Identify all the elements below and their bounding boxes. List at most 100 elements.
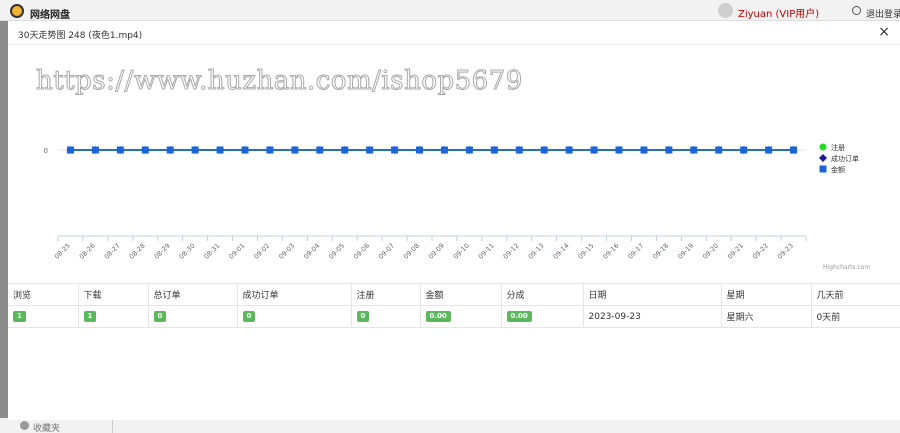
close-button[interactable]: × xyxy=(878,25,890,39)
x-tick-label: 09-23 xyxy=(776,242,795,261)
data-point[interactable] xyxy=(440,146,448,154)
x-tick-label: 09-03 xyxy=(277,242,296,261)
col-downloads: 下载 xyxy=(77,283,148,306)
views-badge: 1 xyxy=(13,311,26,322)
data-point[interactable] xyxy=(690,146,698,154)
user-name[interactable]: Ziyuan (VIP用户) xyxy=(738,5,819,20)
cell-success-orders: 0 xyxy=(236,305,351,328)
data-point[interactable] xyxy=(565,146,573,154)
data-point[interactable] xyxy=(515,146,523,154)
success-orders-badge: 0 xyxy=(242,311,256,322)
data-point[interactable] xyxy=(615,146,623,154)
data-point[interactable] xyxy=(241,146,249,154)
col-registrations: 注册 xyxy=(350,283,420,306)
x-tick-label: 09-01 xyxy=(227,242,246,261)
avatar[interactable] xyxy=(718,3,733,18)
x-tick-label: 09-04 xyxy=(302,242,321,261)
y-tick-label: 0 xyxy=(44,147,48,155)
data-point[interactable] xyxy=(465,146,473,154)
trend-chart: 0 08-25 08-26 08-27 08-28 08-29 08-30 08-31 09-0… xyxy=(44,143,859,261)
x-tick-label: 09-09 xyxy=(427,242,446,261)
legend-label[interactable]: 金额 xyxy=(831,165,845,174)
data-point[interactable] xyxy=(765,146,773,154)
table-row: 1 1 0 0 0 0.00 0.00 2023-09-23 星期六 0天前 xyxy=(8,305,900,328)
data-point[interactable] xyxy=(640,146,648,154)
brand-name: 网络网盘 xyxy=(30,10,70,21)
data-point[interactable] xyxy=(665,146,673,154)
favorites-icon[interactable] xyxy=(20,421,29,430)
cell-weekday: 星期六 xyxy=(720,305,811,328)
cell-days-ago: 0天前 xyxy=(810,305,900,328)
data-point[interactable] xyxy=(291,146,299,154)
divider xyxy=(112,419,113,433)
x-tick-label: 09-18 xyxy=(651,242,670,261)
data-point[interactable] xyxy=(790,146,798,154)
col-commission: 分成 xyxy=(500,283,583,306)
x-tick-label: 09-21 xyxy=(726,242,745,261)
x-tick-label: 09-15 xyxy=(576,242,595,261)
legend-marker[interactable] xyxy=(819,143,827,151)
col-total-orders: 总订单 xyxy=(147,283,237,306)
data-point[interactable] xyxy=(416,146,424,154)
x-tick-label: 08-31 xyxy=(202,242,221,261)
cell-amount: 0.00 xyxy=(419,305,501,328)
data-point[interactable] xyxy=(540,146,548,154)
chart-credit[interactable]: Highcharts.com xyxy=(823,264,870,271)
cell-commission: 0.00 xyxy=(500,305,583,328)
legend-marker[interactable] xyxy=(819,154,827,162)
modal-title: 30天走势图 248 (夜色1.mp4) xyxy=(18,31,143,41)
stats-table: 浏览 下载 总订单 成功订单 注册 金额 分成 日期 星期 几天前 1 1 0 … xyxy=(8,283,900,328)
x-tick-label: 09-12 xyxy=(502,242,521,261)
data-point[interactable] xyxy=(266,146,274,154)
x-tick-label: 09-17 xyxy=(626,242,645,261)
x-tick-label: 09-16 xyxy=(601,242,620,261)
data-point[interactable] xyxy=(66,146,74,154)
col-days-ago: 几天前 xyxy=(810,283,900,306)
x-tick-label: 08-25 xyxy=(53,242,72,261)
col-weekday: 星期 xyxy=(720,283,811,306)
logout-link[interactable]: 退出登录 xyxy=(866,7,900,20)
x-tick-label: 09-02 xyxy=(252,242,271,261)
data-point[interactable] xyxy=(391,146,399,154)
bottom-bar xyxy=(0,418,900,433)
data-point[interactable] xyxy=(116,146,124,154)
x-tick-label: 08-30 xyxy=(178,242,197,261)
x-tick-label: 09-20 xyxy=(701,242,720,261)
total-orders-badge: 0 xyxy=(153,311,167,322)
trend-modal: 30天走势图 248 (夜色1.mp4) × https://www.huzha… xyxy=(8,21,900,420)
data-point[interactable] xyxy=(216,146,224,154)
favorites-link[interactable]: 收藏夹 xyxy=(33,421,60,433)
power-icon[interactable] xyxy=(852,6,861,15)
x-tick-label: 09-11 xyxy=(477,242,496,261)
data-point[interactable] xyxy=(490,146,498,154)
data-point[interactable] xyxy=(715,146,723,154)
legend-label[interactable]: 成功订单 xyxy=(831,154,859,163)
table-header-row: 浏览 下载 总订单 成功订单 注册 金额 分成 日期 星期 几天前 xyxy=(8,283,900,306)
cell-total-orders: 0 xyxy=(147,305,237,328)
x-tick-label: 08-29 xyxy=(153,242,172,261)
data-point[interactable] xyxy=(341,146,349,154)
x-tick-label: 08-26 xyxy=(78,242,97,261)
legend-label[interactable]: 注册 xyxy=(831,143,845,152)
x-tick-label: 09-14 xyxy=(552,242,571,261)
data-point[interactable] xyxy=(366,146,374,154)
amount-badge: 0.00 xyxy=(425,311,451,322)
data-point[interactable] xyxy=(91,146,99,154)
col-views: 浏览 xyxy=(8,283,78,306)
downloads-badge: 1 xyxy=(83,311,97,322)
x-tick-label: 09-08 xyxy=(402,242,421,261)
x-tick-label: 09-10 xyxy=(452,242,471,261)
legend-marker[interactable] xyxy=(819,165,827,173)
x-tick-label: 09-07 xyxy=(377,242,396,261)
commission-badge: 0.00 xyxy=(506,311,532,322)
x-tick-label: 09-06 xyxy=(352,242,371,261)
col-success-orders: 成功订单 xyxy=(236,283,351,306)
x-tick-label: 09-19 xyxy=(676,242,695,261)
data-point[interactable] xyxy=(316,146,324,154)
data-point[interactable] xyxy=(590,146,598,154)
data-point[interactable] xyxy=(191,146,199,154)
data-point[interactable] xyxy=(740,146,748,154)
x-tick-label: 09-05 xyxy=(327,242,346,261)
data-point[interactable] xyxy=(141,146,149,154)
data-point[interactable] xyxy=(166,146,174,154)
